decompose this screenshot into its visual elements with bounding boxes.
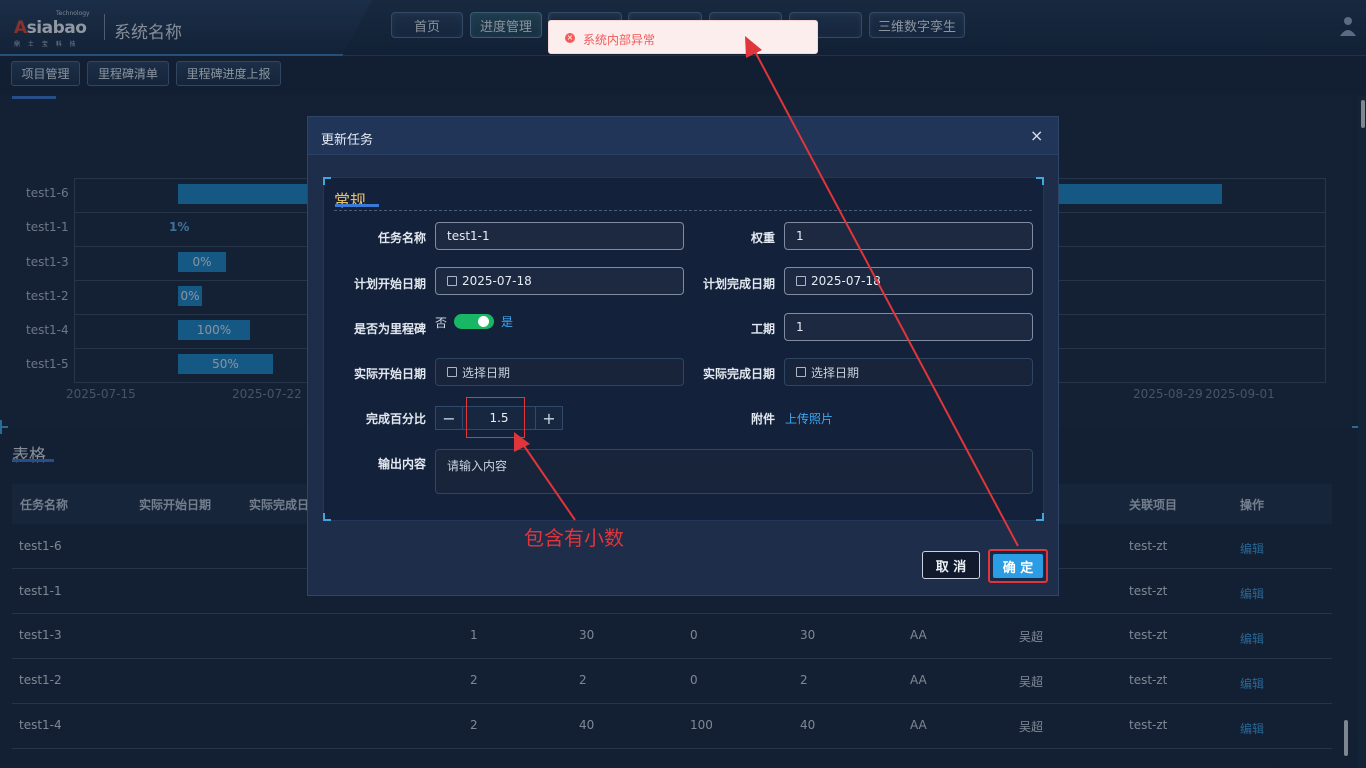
toast-message: 系统内部异常 — [583, 33, 656, 47]
corner-bracket — [1036, 513, 1044, 521]
plan-start-date-picker[interactable]: 2025-07-18 — [435, 267, 684, 295]
cancel-button[interactable]: 取 消 — [922, 551, 980, 579]
percent-label: 完成百分比 — [365, 412, 426, 426]
corner-bracket — [323, 513, 331, 521]
calendar-icon — [447, 367, 457, 377]
actual-end-placeholder: 选择日期 — [811, 365, 860, 380]
toggle-knob — [478, 316, 489, 327]
error-icon: × — [565, 33, 575, 43]
section-title: 常规 — [334, 191, 367, 210]
increment-button[interactable]: + — [535, 406, 563, 430]
plan-end-label: 计划完成日期 — [702, 277, 775, 291]
actual-end-label: 实际完成日期 — [702, 367, 775, 381]
update-task-dialog: 更新任务 × 常规 任务名称 test1-1 权重 1 计划开始日期 2025-… — [307, 116, 1059, 596]
actual-start-label: 实际开始日期 — [353, 367, 426, 381]
calendar-icon — [447, 276, 457, 286]
close-icon[interactable]: × — [1030, 126, 1043, 145]
dialog-title: 更新任务 — [321, 133, 374, 148]
calendar-icon — [796, 367, 806, 377]
milestone-no-text: 否 — [435, 316, 448, 330]
plan-end-date-picker[interactable]: 2025-07-18 — [784, 267, 1033, 295]
output-textarea[interactable]: 请输入内容 — [435, 449, 1033, 494]
annotation-box — [466, 397, 525, 438]
annotation-text: 包含有小数 — [524, 526, 624, 550]
milestone-label: 是否为里程碑 — [353, 322, 426, 336]
corner-bracket — [1036, 177, 1044, 185]
actual-end-date-picker[interactable]: 选择日期 — [784, 358, 1033, 386]
confirm-button[interactable]: 确 定 — [993, 554, 1043, 578]
weight-label: 权重 — [750, 231, 775, 245]
calendar-icon — [796, 276, 806, 286]
corner-bracket — [323, 177, 331, 185]
section-title-underline — [335, 204, 379, 207]
decrement-button[interactable]: − — [435, 406, 463, 430]
plan-start-label: 计划开始日期 — [353, 277, 426, 291]
task-name-label: 任务名称 — [377, 231, 426, 245]
actual-start-date-picker[interactable]: 选择日期 — [435, 358, 684, 386]
duration-input[interactable]: 1 — [784, 313, 1033, 341]
output-label: 输出内容 — [377, 457, 426, 471]
task-name-input[interactable]: test1-1 — [435, 222, 684, 250]
actual-start-placeholder: 选择日期 — [462, 365, 511, 380]
attachment-label: 附件 — [750, 412, 775, 426]
plan-end-date-value: 2025-07-18 — [811, 274, 881, 288]
dialog-header: 更新任务 × — [308, 117, 1058, 155]
duration-label: 工期 — [750, 322, 775, 336]
weight-input[interactable]: 1 — [784, 222, 1033, 250]
error-toast: × 系统内部异常 — [548, 20, 818, 54]
plan-start-date-value: 2025-07-18 — [462, 274, 532, 288]
section-divider — [334, 210, 1032, 211]
upload-photo-link[interactable]: 上传照片 — [785, 410, 833, 427]
milestone-yes-text: 是 — [501, 315, 514, 329]
confirm-button-highlight: 确 定 — [988, 549, 1048, 583]
